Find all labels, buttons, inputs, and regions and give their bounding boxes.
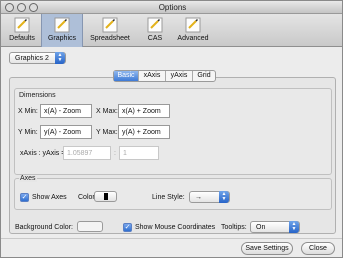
toolbar-cas-label: CAS [147,35,163,42]
chevron-updown-icon: ▲ ▼ [219,191,229,203]
show-axes-checkbox[interactable]: ✓ [20,193,29,202]
y-max-label: Y Max: [96,129,118,136]
toolbar-spreadsheet[interactable]: Spreadsheet [83,14,137,47]
y-ratio-input[interactable]: 1 [119,146,159,160]
settings-tabs: Basic xAxis yAxis Grid [113,70,216,82]
x-max-label: X Max: [96,108,118,115]
preferences-toolbar: Defaults Graphics Spreadsheet CAS Advanc… [1,14,342,47]
window-title: Options [158,3,187,12]
tooltips-select[interactable]: On ▲ ▼ [250,221,300,233]
toolbar-graphics-label: Graphics [47,35,76,42]
advanced-icon [185,17,201,33]
x-max-input[interactable]: x(A) + Zoom [118,104,170,118]
tooltips-label: Tooltips: [221,224,247,231]
axis-color-button[interactable] [94,191,117,202]
chevron-updown-icon: ▲ ▼ [55,52,65,64]
toolbar-defaults-label: Defaults [9,35,35,42]
toolbar-cas[interactable]: CAS [140,14,170,47]
line-style-select[interactable]: → ▲ ▼ [189,191,230,203]
x-min-label: X Min: [18,108,38,115]
show-mouse-coordinates-checkbox[interactable]: ✓ [123,223,132,232]
tab-xaxis[interactable]: xAxis [139,71,166,81]
view-select[interactable]: Graphics 2 ▲ ▼ [9,52,66,64]
tab-grid[interactable]: Grid [193,71,215,81]
x-ratio-input[interactable]: 1.05897 [63,146,111,160]
defaults-icon [14,17,30,33]
view-select-value: Graphics 2 [15,55,49,62]
line-style-label: Line Style: [152,194,185,201]
footer-divider [1,238,342,239]
background-color-button[interactable] [77,221,103,232]
axis-ratio-label: xAxis : yAxis = [20,150,66,157]
toolbar-advanced-label: Advanced [177,35,209,42]
y-min-input[interactable]: y(A) - Zoom [40,125,92,139]
ratio-separator: : [114,150,116,157]
toolbar-advanced[interactable]: Advanced [172,14,214,47]
y-max-input[interactable]: y(A) + Zoom [118,125,170,139]
graphics-icon [54,17,70,33]
save-settings-button[interactable]: Save Settings [241,242,293,255]
options-window: Options Defaults Graphics Spreadsheet CA… [0,0,343,258]
spreadsheet-icon [102,17,118,33]
dimensions-group: Dimensions X Min: x(A) - Zoom X Max: x(A… [14,88,332,175]
settings-panel: Dimensions X Min: x(A) - Zoom X Max: x(A… [9,77,336,234]
axes-title: Axes [19,175,37,182]
tooltips-value: On [256,224,266,231]
toolbar-graphics[interactable]: Graphics [41,14,83,47]
y-min-label: Y Min: [18,129,38,136]
tab-basic[interactable]: Basic [114,71,139,81]
title-bar: Options [1,1,342,14]
show-mouse-coordinates-label: Show Mouse Coordinates [135,224,216,231]
dimensions-title: Dimensions [19,92,56,99]
chevron-updown-icon: ▲ ▼ [289,221,299,233]
close-button[interactable]: Close [301,242,335,255]
axis-color-swatch [104,193,108,200]
background-color-label: Background Color: [15,224,73,231]
toolbar-spreadsheet-label: Spreadsheet [90,35,130,42]
toolbar-defaults[interactable]: Defaults [3,14,41,47]
line-style-value: → [195,194,202,201]
show-axes-label: Show Axes [32,194,67,201]
x-min-input[interactable]: x(A) - Zoom [40,104,92,118]
axes-group: Axes ✓ Show Axes Color: Line Style: → ▲ ▼ [14,175,332,210]
tab-yaxis[interactable]: yAxis [166,71,193,81]
cas-icon [147,17,163,33]
